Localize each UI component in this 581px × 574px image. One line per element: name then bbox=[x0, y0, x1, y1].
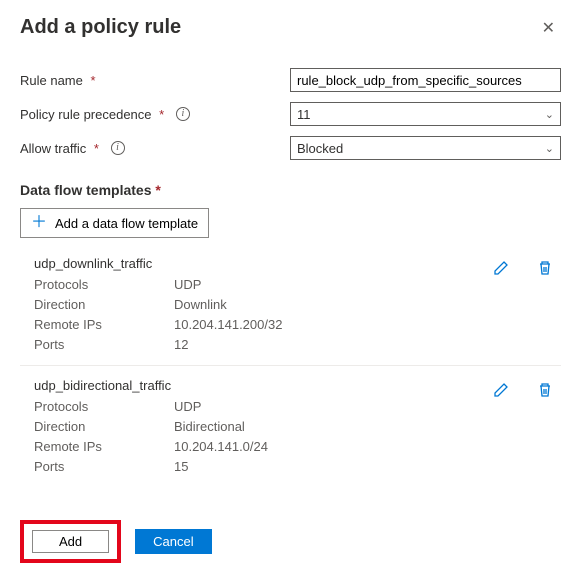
kv-key: Direction bbox=[34, 295, 174, 315]
info-icon[interactable]: i bbox=[176, 107, 190, 121]
allow-traffic-select[interactable]: Blocked ⌄ bbox=[290, 136, 561, 160]
info-icon[interactable]: i bbox=[111, 141, 125, 155]
kv-value: Downlink bbox=[174, 295, 227, 315]
kv-value: 15 bbox=[174, 457, 188, 477]
cancel-button[interactable]: Cancel bbox=[135, 529, 211, 554]
add-button[interactable]: Add bbox=[32, 530, 109, 553]
template-name: udp_bidirectional_traffic bbox=[34, 378, 561, 393]
kv-value: Bidirectional bbox=[174, 417, 245, 437]
kv-key: Remote IPs bbox=[34, 315, 174, 335]
chevron-down-icon: ⌄ bbox=[545, 142, 554, 155]
precedence-value: 11 bbox=[297, 107, 311, 122]
allow-traffic-value: Blocked bbox=[297, 141, 343, 156]
data-flow-template: udp_downlink_traffic ProtocolsUDP Direct… bbox=[20, 252, 561, 365]
kv-value: UDP bbox=[174, 397, 201, 417]
kv-value: 10.204.141.0/24 bbox=[174, 437, 268, 457]
delete-icon[interactable] bbox=[537, 382, 553, 398]
delete-icon[interactable] bbox=[537, 260, 553, 276]
highlight-annotation: Add bbox=[20, 520, 121, 563]
template-name: udp_downlink_traffic bbox=[34, 256, 561, 271]
kv-value: 10.204.141.200/32 bbox=[174, 315, 282, 335]
kv-value: 12 bbox=[174, 335, 188, 355]
kv-key: Protocols bbox=[34, 397, 174, 417]
data-flow-template: udp_bidirectional_traffic ProtocolsUDP D… bbox=[20, 365, 561, 487]
kv-key: Ports bbox=[34, 335, 174, 355]
rule-name-input[interactable] bbox=[290, 68, 561, 92]
data-flow-templates-heading: Data flow templates * bbox=[20, 182, 561, 198]
close-icon[interactable]: ✕ bbox=[536, 16, 561, 40]
add-data-flow-template-button[interactable]: ＋ Add a data flow template bbox=[20, 208, 209, 238]
kv-key: Remote IPs bbox=[34, 437, 174, 457]
add-template-label: Add a data flow template bbox=[55, 216, 198, 231]
kv-key: Protocols bbox=[34, 275, 174, 295]
rule-name-label: Rule name * bbox=[20, 73, 290, 88]
edit-icon[interactable] bbox=[493, 260, 509, 276]
kv-value: UDP bbox=[174, 275, 201, 295]
plus-icon: ＋ bbox=[31, 215, 47, 231]
precedence-select[interactable]: 11 ⌄ bbox=[290, 102, 561, 126]
chevron-down-icon: ⌄ bbox=[545, 108, 554, 121]
kv-key: Ports bbox=[34, 457, 174, 477]
allow-traffic-label: Allow traffic * i bbox=[20, 141, 290, 156]
kv-key: Direction bbox=[34, 417, 174, 437]
panel-title: Add a policy rule bbox=[20, 16, 181, 39]
precedence-label: Policy rule precedence * i bbox=[20, 107, 290, 122]
edit-icon[interactable] bbox=[493, 382, 509, 398]
